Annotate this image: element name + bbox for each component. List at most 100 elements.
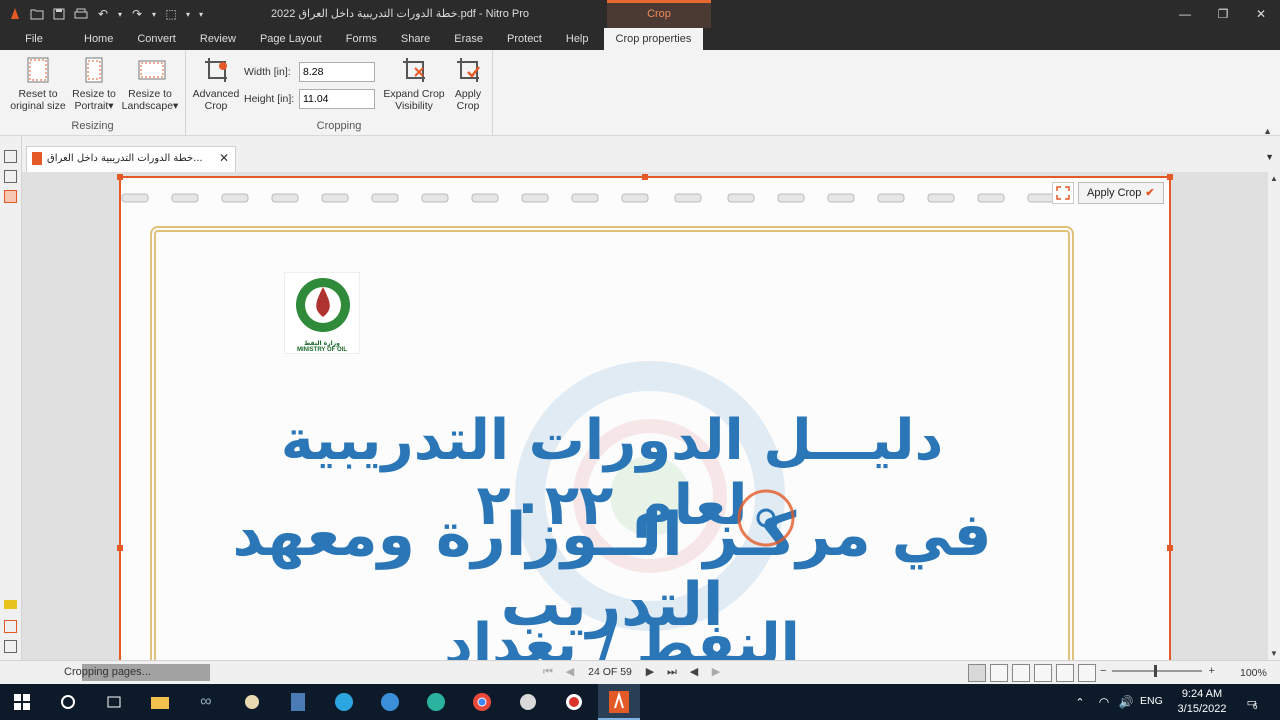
tab-help[interactable]: Help	[554, 28, 601, 50]
fit-width-icon[interactable]	[1056, 664, 1074, 682]
tab-erase[interactable]: Erase	[442, 28, 495, 50]
crop-frame[interactable]	[119, 176, 1171, 660]
resizing-group: Reset to original size Resize to Portrai…	[0, 50, 186, 136]
last-page-icon[interactable]: ⏭	[664, 664, 680, 680]
telegram-icon[interactable]	[332, 690, 356, 714]
minimize-button[interactable]: —	[1166, 0, 1204, 28]
tab-protect[interactable]: Protect	[495, 28, 554, 50]
edge-icon[interactable]	[424, 690, 448, 714]
fit-page-icon[interactable]	[1078, 664, 1096, 682]
document-tab-title: خطة الدورات التدريبية داخل العراق...	[47, 153, 203, 164]
windows-start-icon[interactable]	[10, 690, 34, 714]
expand-crop-visibility-button[interactable]: Expand Crop Visibility	[382, 56, 446, 112]
height-label: Height [in]:	[244, 93, 295, 105]
width-label: Width [in]:	[244, 66, 291, 78]
language-indicator[interactable]: ENG	[1140, 695, 1163, 707]
app-paint-3d-icon[interactable]	[516, 690, 540, 714]
document-tab[interactable]: خطة الدورات التدريبية داخل العراق... ✕	[26, 146, 236, 172]
expand-crop-toggle-icon[interactable]	[1052, 182, 1074, 204]
tab-convert[interactable]: Convert	[125, 28, 188, 50]
tab-page-layout[interactable]: Page Layout	[248, 28, 334, 50]
apply-crop-ribbon-button[interactable]: Apply Crop	[448, 56, 488, 112]
cropping-group-label: Cropping	[316, 120, 362, 132]
crop-handle-top-right[interactable]	[1167, 174, 1173, 180]
viber-icon[interactable]	[378, 690, 402, 714]
vertical-scrollbar[interactable]: ▲ ▼	[1268, 172, 1280, 660]
title-bar: ↶ ▾ ↷ ▾ ⬚ ▾ ▾ خطة الدورات التدريبية داخل…	[0, 0, 1280, 28]
crop-handle-right[interactable]	[1167, 545, 1173, 551]
forward-view-icon[interactable]: ▶	[708, 664, 724, 680]
height-field[interactable]	[299, 89, 375, 109]
resize-landscape-button[interactable]: Resize to Landscape▾	[120, 56, 180, 112]
cropping-group: Advanced Crop Width [in]: Height [in]: E…	[186, 50, 493, 136]
app-infinity-icon[interactable]: ∞	[194, 690, 218, 714]
zoom-out-icon[interactable]: −	[1100, 665, 1106, 677]
bookmarks-icon[interactable]	[4, 190, 17, 203]
task-view-icon[interactable]	[102, 690, 126, 714]
next-page-icon[interactable]: ▶	[642, 664, 658, 680]
tab-file[interactable]: File	[0, 28, 68, 50]
comments-icon[interactable]	[4, 600, 17, 609]
previous-page-icon[interactable]: ◀	[562, 664, 578, 680]
reset-size-icon	[25, 56, 51, 84]
show-hidden-icons-icon[interactable]: ⌃	[1068, 690, 1092, 714]
collapse-ribbon-icon[interactable]: ▲	[1263, 126, 1272, 136]
zoom-in-icon[interactable]: +	[1208, 665, 1214, 677]
status-bar: Cropping pages... ⏮ ◀ 24 OF 59 ▶ ⏭ ◀ ▶ −…	[0, 660, 1280, 684]
output-icon[interactable]	[4, 640, 17, 653]
zoom-level[interactable]: 100%	[1240, 667, 1267, 679]
signatures-icon[interactable]	[4, 620, 17, 633]
advanced-crop-button[interactable]: Advanced Crop	[190, 56, 242, 112]
zoom-slider[interactable]	[1112, 665, 1203, 677]
checkmark-icon: ✔	[1145, 187, 1155, 199]
crop-context-header: Crop	[607, 0, 711, 28]
pages-icon[interactable]	[4, 150, 17, 163]
expand-crop-icon	[401, 56, 427, 84]
search-circle-icon[interactable]	[56, 690, 80, 714]
single-page-view-icon[interactable]	[968, 664, 986, 682]
document-tab-bar: خطة الدورات التدريبية داخل العراق... ✕ ▼	[22, 136, 1280, 172]
resize-portrait-button[interactable]: Resize to Portrait▾	[68, 56, 120, 112]
document-viewport[interactable]: وزارة النفط MINISTRY OF OIL دليـــل الدو…	[22, 172, 1268, 660]
tab-share[interactable]: Share	[389, 28, 442, 50]
tab-crop-properties[interactable]: Crop properties	[603, 28, 704, 50]
apply-crop-button[interactable]: Apply Crop ✔	[1078, 182, 1164, 204]
attachments-icon[interactable]	[4, 170, 17, 183]
zoom-slider-thumb[interactable]	[1154, 665, 1158, 677]
paint-icon[interactable]	[240, 690, 264, 714]
facing-view-icon[interactable]	[1012, 664, 1030, 682]
nitro-taskbar-item[interactable]	[598, 684, 640, 720]
screen-recorder-icon[interactable]	[562, 690, 586, 714]
status-text: Cropping pages...	[64, 666, 151, 678]
tab-home[interactable]: Home	[68, 28, 125, 50]
crop-handle-top-left[interactable]	[117, 174, 123, 180]
tab-forms[interactable]: Forms	[334, 28, 389, 50]
volume-icon[interactable]: 🔊	[1114, 690, 1138, 714]
close-window-button[interactable]: ✕	[1242, 0, 1280, 28]
tab-list-dropdown-icon[interactable]: ▼	[1265, 152, 1274, 162]
reset-original-size-button[interactable]: Reset to original size	[8, 56, 68, 112]
back-view-icon[interactable]: ◀	[686, 664, 702, 680]
notifications-icon[interactable]: ▭ 6	[1240, 690, 1264, 714]
resizing-group-label: Resizing	[71, 120, 114, 132]
nitro-pro-icon	[609, 691, 629, 713]
system-clock[interactable]: 9:24 AM 3/15/2022	[1172, 687, 1232, 717]
continuous-view-icon[interactable]	[990, 664, 1008, 682]
restore-button[interactable]: ❐	[1204, 0, 1242, 28]
facing-continuous-view-icon[interactable]	[1034, 664, 1052, 682]
chrome-icon[interactable]	[470, 690, 494, 714]
advanced-crop-icon	[203, 56, 229, 84]
wifi-icon[interactable]: ◠	[1092, 690, 1116, 714]
page-indicator[interactable]: 24 OF 59	[584, 666, 636, 678]
width-field[interactable]	[299, 62, 375, 82]
scroll-down-icon[interactable]: ▼	[1268, 649, 1280, 658]
scroll-up-icon[interactable]: ▲	[1268, 174, 1280, 183]
crop-handle-left[interactable]	[117, 545, 123, 551]
file-explorer-icon[interactable]	[148, 690, 172, 714]
close-tab-icon[interactable]: ✕	[219, 147, 229, 169]
crop-handle-top[interactable]	[642, 174, 648, 180]
page-navigation: ⏮ ◀ 24 OF 59 ▶ ⏭ ◀ ▶	[540, 664, 724, 680]
tab-review[interactable]: Review	[188, 28, 248, 50]
calculator-icon[interactable]	[286, 690, 310, 714]
first-page-icon[interactable]: ⏮	[540, 664, 556, 680]
